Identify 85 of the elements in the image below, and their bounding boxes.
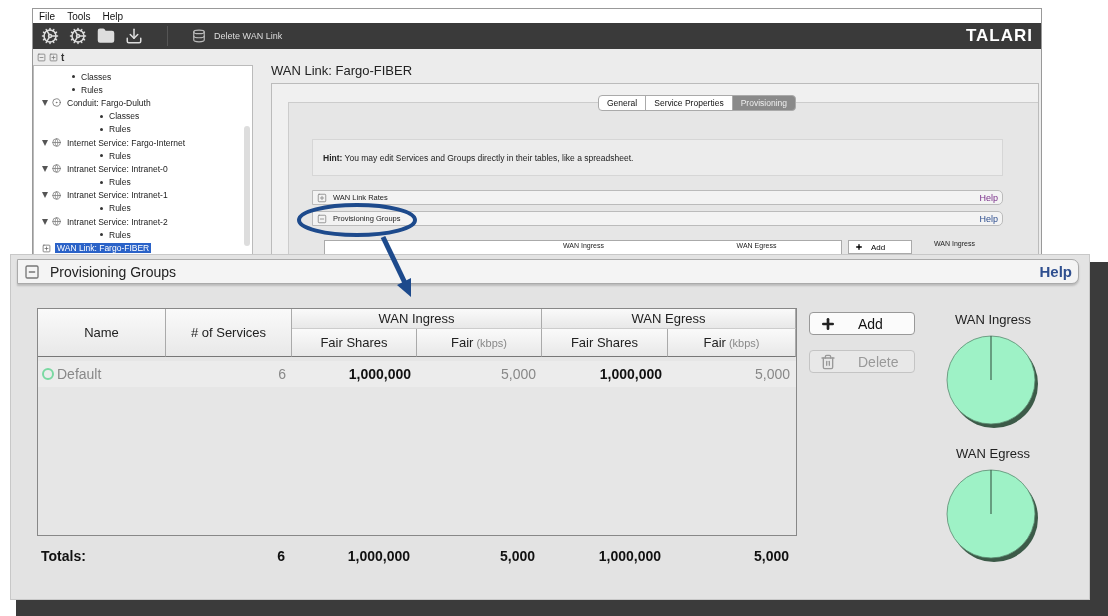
expand-triangle-icon[interactable] xyxy=(42,165,48,172)
plus-icon xyxy=(820,315,836,332)
tree-item[interactable]: Rules xyxy=(107,150,133,161)
expand-triangle-icon[interactable] xyxy=(42,139,48,146)
folder-icon[interactable] xyxy=(97,27,115,45)
column-header[interactable]: Name xyxy=(38,309,166,357)
menu-item[interactable]: Tools xyxy=(67,10,91,22)
callout-arrow xyxy=(380,235,411,297)
expand-icon[interactable] xyxy=(42,243,51,253)
expand-triangle-icon[interactable] xyxy=(42,218,48,225)
hint-text: Hint: You may edit Services and Groups directly in their tables, like a spreadsheet. xyxy=(312,139,1003,176)
menu-item[interactable]: File xyxy=(39,10,56,22)
help-link[interactable]: Help xyxy=(1039,263,1072,280)
column-header[interactable]: # of Services xyxy=(166,309,292,357)
table-cell: 1,000,000 xyxy=(542,361,668,387)
scrollbar[interactable] xyxy=(244,126,250,246)
table-cell: 1,000,000 xyxy=(292,361,417,387)
bullet-icon xyxy=(100,114,103,118)
tree-item[interactable]: Intranet Service: Intranet-1 xyxy=(65,190,170,201)
help-link[interactable]: Help xyxy=(979,213,998,224)
globe-icon xyxy=(52,190,61,200)
download-icon[interactable] xyxy=(125,27,143,45)
total-value: 5,000 xyxy=(752,547,790,566)
column-header[interactable]: Fair (kbps) xyxy=(668,329,796,357)
column-header[interactable]: Fair Shares xyxy=(542,329,668,357)
bullet-icon xyxy=(72,75,75,79)
table-cell: 6 xyxy=(166,361,292,387)
globe-icon xyxy=(52,164,61,174)
logo: TALARI xyxy=(965,26,1033,46)
tab[interactable]: Service Properties xyxy=(645,95,733,111)
group-name: Default xyxy=(57,366,102,382)
delete-wan-link-button[interactable]: Delete WAN Link xyxy=(192,29,283,43)
globe-icon xyxy=(52,217,61,227)
tree-tool[interactable]: t xyxy=(61,51,65,63)
gear-icon[interactable] xyxy=(41,27,59,45)
tree-item[interactable]: Classes xyxy=(107,111,142,122)
column-group-header: WAN Ingress xyxy=(292,309,542,329)
tree-item[interactable]: WAN Link: Fargo-FIBER xyxy=(55,243,152,254)
bullet-icon xyxy=(100,127,103,131)
bullet-icon xyxy=(100,180,103,184)
tree-item[interactable]: Rules xyxy=(107,229,133,240)
menu-item[interactable]: Help xyxy=(102,10,124,22)
page-title: WAN Link: Fargo-FIBER xyxy=(271,63,414,80)
expand-all-icon[interactable] xyxy=(49,52,58,62)
total-value: 1,000,000 xyxy=(346,547,411,566)
add-button[interactable]: Add xyxy=(809,312,915,335)
tree-item[interactable]: Rules xyxy=(107,124,133,135)
tree-item[interactable]: Rules xyxy=(107,177,133,188)
table-cell: 5,000 xyxy=(417,361,542,387)
bullet-icon xyxy=(72,88,75,92)
expand-triangle-icon[interactable] xyxy=(42,99,48,106)
table-cell: 5,000 xyxy=(668,361,796,387)
tab[interactable]: General xyxy=(598,95,647,111)
column-header[interactable]: Fair Shares xyxy=(292,329,417,357)
tree-item[interactable]: Internet Service: Fargo-Internet xyxy=(65,137,188,148)
column-header[interactable]: Fair (kbps) xyxy=(417,329,542,357)
tree-item[interactable]: Rules xyxy=(107,203,133,214)
conduit-icon xyxy=(52,98,61,108)
tree-item[interactable]: Classes xyxy=(79,71,114,82)
globe-icon xyxy=(52,138,61,148)
bullet-icon xyxy=(100,154,103,158)
trash-icon xyxy=(820,353,836,370)
total-value: 6 xyxy=(276,547,286,566)
chart-title: WAN Ingress xyxy=(954,312,1032,329)
gear-icon[interactable] xyxy=(69,27,87,45)
expand-triangle-icon[interactable] xyxy=(42,192,48,199)
tree-item[interactable]: Rules xyxy=(79,84,105,95)
chart-title: WAN Egress xyxy=(956,446,1030,463)
totals-label: Totals: xyxy=(40,547,87,566)
total-value: 1,000,000 xyxy=(597,547,662,566)
collapse-all-icon[interactable] xyxy=(37,52,46,62)
section-header[interactable]: Provisioning Groups Help xyxy=(17,259,1079,284)
bullet-icon xyxy=(100,233,103,237)
collapse-icon[interactable] xyxy=(24,263,40,280)
tree-item[interactable]: Intranet Service: Intranet-0 xyxy=(65,163,170,174)
tree-item[interactable]: Conduit: Fargo-Duluth xyxy=(65,97,153,108)
section-title: Provisioning Groups xyxy=(50,263,177,280)
database-icon xyxy=(192,29,206,43)
add-button[interactable]: Add xyxy=(848,240,912,254)
column-group-header: WAN Egress xyxy=(542,309,796,329)
tree-item[interactable]: Intranet Service: Intranet-2 xyxy=(65,216,170,227)
total-value: 5,000 xyxy=(498,547,536,566)
bullet-icon xyxy=(100,206,103,210)
plus-icon xyxy=(855,243,863,251)
help-link[interactable]: Help xyxy=(979,192,998,203)
